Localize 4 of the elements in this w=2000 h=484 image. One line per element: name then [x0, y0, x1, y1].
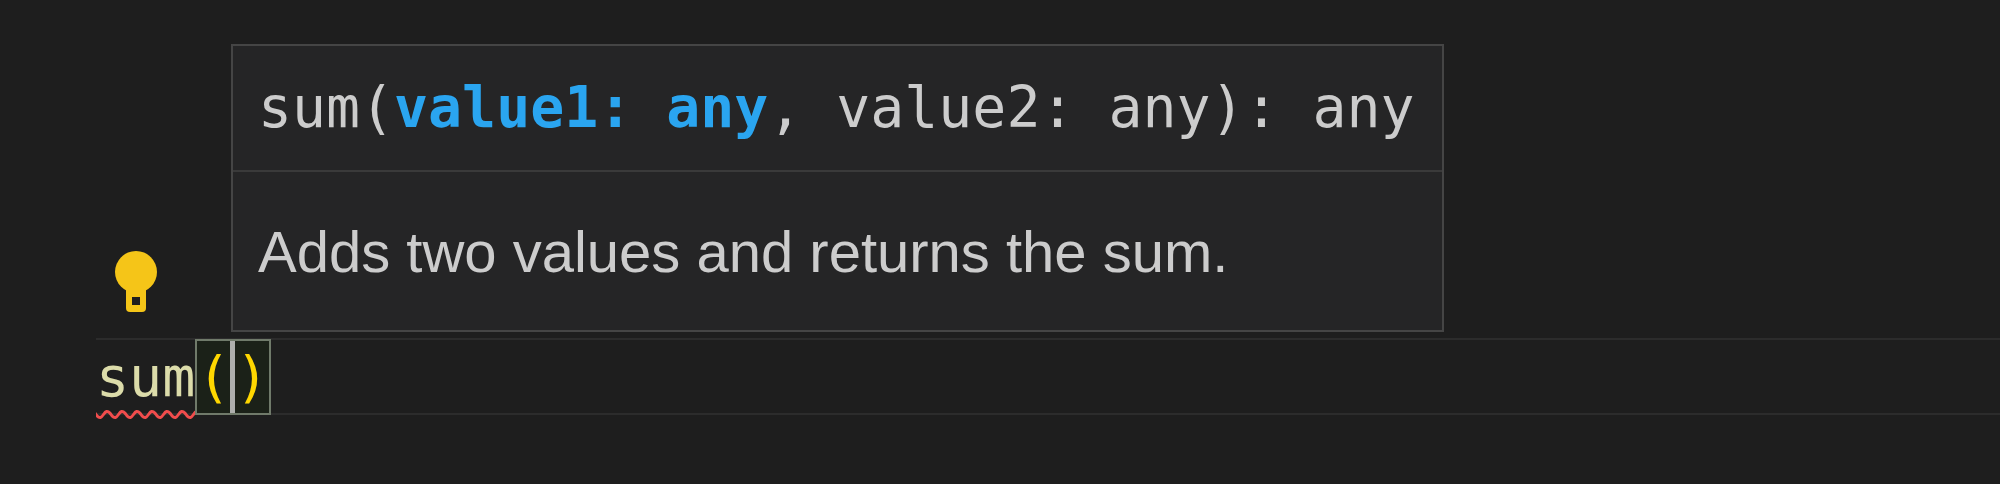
lightbulb-icon[interactable] — [113, 250, 159, 314]
function-signature: sum(value1: any, value2: any): any — [258, 73, 1415, 142]
description-text: Adds two values and returns the sum. — [258, 217, 1229, 286]
code-line: sum() — [96, 338, 271, 415]
